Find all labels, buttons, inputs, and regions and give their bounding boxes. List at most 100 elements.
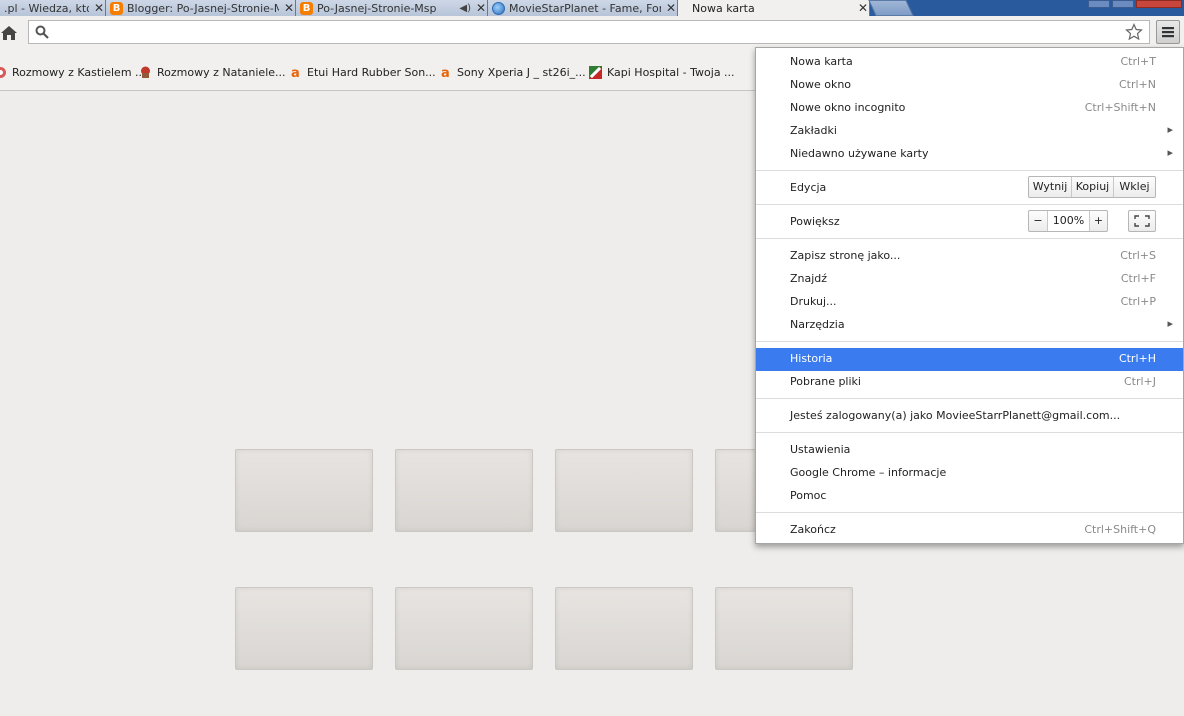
menu-item-label: Nowa karta [790,55,853,68]
menu-item-settings[interactable]: Ustawienia [756,439,1183,462]
edit-button-group: Wytnij Kopiuj Wklej [1028,176,1156,198]
bookmark-item[interactable]: a Etui Hard Rubber Son... [289,64,436,80]
bookmark-label: Rozmowy z Nataniele... [157,65,286,79]
menu-item-shortcut: Ctrl+S [1120,249,1156,262]
svg-text:a: a [441,66,450,79]
close-icon[interactable]: ✕ [93,1,105,15]
tab-nowa-karta[interactable]: Nowa karta ✕ [678,0,870,16]
most-visited-tile[interactable] [235,449,373,532]
bookmark-item[interactable]: a Sony Xperia J _ st26i_... [439,64,586,80]
kapi-hospital-icon [589,65,602,79]
blogger-icon: B [110,1,123,15]
search-icon [35,25,49,42]
menu-item-shortcut: Ctrl+T [1120,55,1156,68]
menu-item-incognito[interactable]: Nowe okno incognito Ctrl+Shift+N [756,97,1183,120]
zoom-level: 100% [1047,211,1089,231]
bookmark-item[interactable]: Kapi Hospital - Twoja ... [589,64,735,80]
tab-po-jasnej-stronie[interactable]: B Po-Jasnej-Stronie-Msp ◀) ✕ [296,0,488,16]
bookmark-label: Etui Hard Rubber Son... [307,65,436,79]
menu-item-downloads[interactable]: Pobrane pliki Ctrl+J [756,371,1183,394]
menu-item-find[interactable]: Znajdź Ctrl+F [756,268,1183,291]
close-icon[interactable]: ✕ [665,1,677,15]
fullscreen-icon [1134,215,1150,227]
tab-wiedza[interactable]: .pl - Wiedza, któ ✕ [0,0,106,16]
home-icon[interactable] [0,24,18,42]
cut-button[interactable]: Wytnij [1029,177,1071,197]
menu-item-new-window[interactable]: Nowe okno Ctrl+N [756,74,1183,97]
menu-item-shortcut: Ctrl+H [1118,352,1156,365]
most-visited-tile[interactable] [715,587,853,670]
bookmark-item[interactable]: Rozmowy z Kastielem ... [0,64,146,80]
menu-item-label: Pomoc [790,489,827,502]
omnibox[interactable] [28,20,1150,44]
minimize-button[interactable] [1088,0,1110,8]
menu-item-new-tab[interactable]: Nowa karta Ctrl+T [756,51,1183,74]
menu-item-exit[interactable]: Zakończ Ctrl+Shift+Q [756,519,1183,542]
window-close-button[interactable] [1136,0,1182,8]
menu-item-label: Drukuj... [790,295,837,308]
tab-moviestarplanet[interactable]: MovieStarPlanet - Fame, For ✕ [488,0,678,16]
menu-item-label: Jesteś zalogowany(a) jako MovieeStarrPla… [790,409,1121,422]
fullscreen-button[interactable] [1128,210,1156,232]
menu-item-label: Edycja [790,181,827,194]
menu-separator [756,238,1183,239]
tab-strip: .pl - Wiedza, któ ✕ B Blogger: Po-Jasnej… [0,0,1184,16]
menu-separator [756,512,1183,513]
address-input[interactable] [55,23,1119,43]
menu-item-about[interactable]: Google Chrome – informacje [756,462,1183,485]
audio-playing-icon: ◀) [459,2,471,14]
menu-item-shortcut: Ctrl+P [1120,295,1156,308]
close-icon[interactable]: ✕ [283,1,295,15]
menu-item-save-page[interactable]: Zapisz stronę jako... Ctrl+S [756,245,1183,268]
amazon-icon: a [291,66,300,79]
most-visited-tile[interactable] [555,449,693,532]
menu-item-shortcut: Ctrl+J [1123,375,1156,388]
chrome-menu-button[interactable] [1156,20,1180,44]
menu-item-print[interactable]: Drukuj... Ctrl+P [756,291,1183,314]
menu-separator [756,170,1183,171]
maximize-button[interactable] [1112,0,1134,8]
menu-item-shortcut: Ctrl+Shift+Q [1084,523,1156,536]
menu-item-shortcut: Ctrl+F [1120,272,1156,285]
blogger-icon: B [300,1,313,15]
menu-item-history[interactable]: Historia Ctrl+H [756,348,1183,371]
bookmark-label: Rozmowy z Kastielem ... [12,65,146,79]
zoom-out-button[interactable]: − [1029,211,1047,231]
menu-item-label: Powiększ [790,215,840,228]
copy-button[interactable]: Kopiuj [1071,177,1113,197]
menu-item-label: Ustawienia [790,443,851,456]
menu-item-bookmarks[interactable]: Zakładki ▸ [756,120,1183,143]
zoom-in-button[interactable]: + [1089,211,1107,231]
menu-item-label: Pobrane pliki [790,375,861,388]
menu-separator [756,341,1183,342]
bookmark-star-icon[interactable] [1125,23,1143,44]
submenu-arrow-icon: ▸ [1167,317,1173,330]
most-visited-tile[interactable] [395,449,533,532]
most-visited-tile[interactable] [235,587,373,670]
menu-item-label: Historia [790,352,833,365]
menu-item-help[interactable]: Pomoc [756,485,1183,508]
cupcake-icon [141,66,150,78]
menu-item-label: Zapisz stronę jako... [790,249,901,262]
bookmark-item[interactable]: Rozmowy z Nataniele... [139,64,286,80]
tab-blogger[interactable]: B Blogger: Po-Jasnej-Stronie-M ✕ [106,0,296,16]
zoom-controls: − 100% + [1028,210,1108,232]
menu-item-label: Niedawno używane karty [790,147,929,160]
menu-item-label: Zakładki [790,124,837,137]
menu-item-recent-tabs[interactable]: Niedawno używane karty ▸ [756,143,1183,166]
new-tab-button[interactable] [868,0,914,16]
paste-button[interactable]: Wklej [1113,177,1155,197]
menu-item-label: Google Chrome – informacje [790,466,947,479]
bookmark-favicon-icon [0,66,6,78]
menu-item-shortcut: Ctrl+Shift+N [1084,101,1156,114]
menu-item-label: Nowe okno incognito [790,101,906,114]
most-visited-tile[interactable] [395,587,533,670]
amazon-icon: a [441,66,450,79]
menu-item-label: Znajdź [790,272,828,285]
tab-title: Po-Jasnej-Stronie-Msp [317,1,437,15]
menu-item-signed-in[interactable]: Jesteś zalogowany(a) jako MovieeStarrPla… [756,405,1183,428]
menu-item-tools[interactable]: Narzędzia ▸ [756,314,1183,337]
most-visited-tile[interactable] [555,587,693,670]
close-icon[interactable]: ✕ [857,1,869,15]
close-icon[interactable]: ✕ [475,1,487,15]
